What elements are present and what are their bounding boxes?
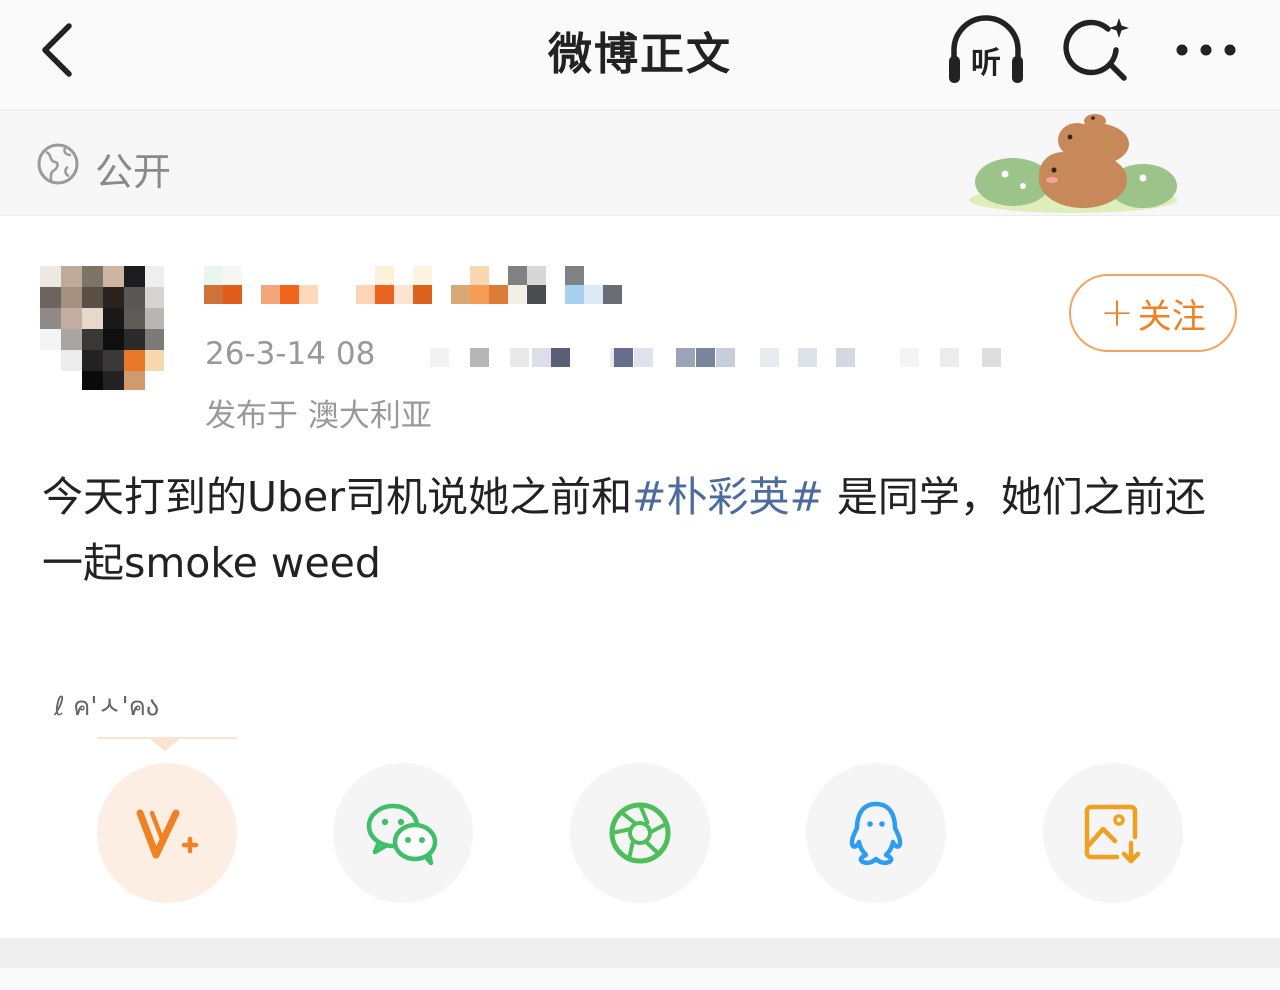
hashtag-link[interactable]: #朴彩英#: [632, 473, 824, 521]
qq-icon: [849, 801, 903, 866]
kaomoji-tooltip: ℓ ค'ㅅ'คა: [54, 692, 160, 722]
share-wechat-button[interactable]: [333, 763, 473, 903]
share-weibo-button[interactable]: [97, 763, 237, 903]
share-moments-button[interactable]: [570, 763, 710, 903]
post-content: 今天打到的Uber司机说她之前和#朴彩英# 是同学，她们之前还一起smoke w…: [42, 464, 1242, 596]
post-time: 26-3-14 08: [205, 336, 376, 372]
blurred-source: [430, 344, 1020, 370]
bottom-strip: [0, 968, 1280, 990]
listen-button[interactable]: 听: [944, 12, 1028, 88]
more-dots-icon: [1176, 44, 1236, 56]
listen-label: 听: [971, 46, 1001, 81]
more-button[interactable]: [1164, 12, 1248, 88]
post-text-part1: 今天打到的Uber司机说她之前和: [42, 473, 633, 521]
moments-icon: [609, 802, 671, 864]
wechat-icon: [366, 803, 438, 866]
avatar[interactable]: [40, 266, 164, 390]
post-location: 发布于 澳大利亚: [205, 398, 432, 434]
follow-button[interactable]: + 关注: [1069, 274, 1237, 352]
follow-label: 关注: [1137, 296, 1206, 337]
capybara-sticker: [969, 114, 1177, 213]
save-image-icon: [1084, 804, 1141, 864]
divider-bar: [0, 938, 1280, 968]
navbar: 微博正文 听: [0, 0, 1280, 111]
back-button[interactable]: [22, 12, 92, 88]
headphones-icon: 听: [949, 15, 1023, 83]
username[interactable]: [204, 266, 624, 316]
share-qq-button[interactable]: [806, 763, 946, 903]
plus-icon: +: [1100, 290, 1134, 336]
tooltip-caret: [150, 739, 180, 751]
search-button[interactable]: [1054, 12, 1138, 88]
share-save-image-button[interactable]: [1043, 763, 1183, 903]
page-title: 微博正文: [548, 29, 732, 80]
weibo-v-plus-icon: [136, 809, 199, 859]
globe-icon: [37, 143, 79, 185]
chevron-left-icon: [42, 23, 72, 77]
search-sparkle-icon: [1063, 18, 1129, 81]
visibility-label: 公开: [95, 150, 172, 194]
